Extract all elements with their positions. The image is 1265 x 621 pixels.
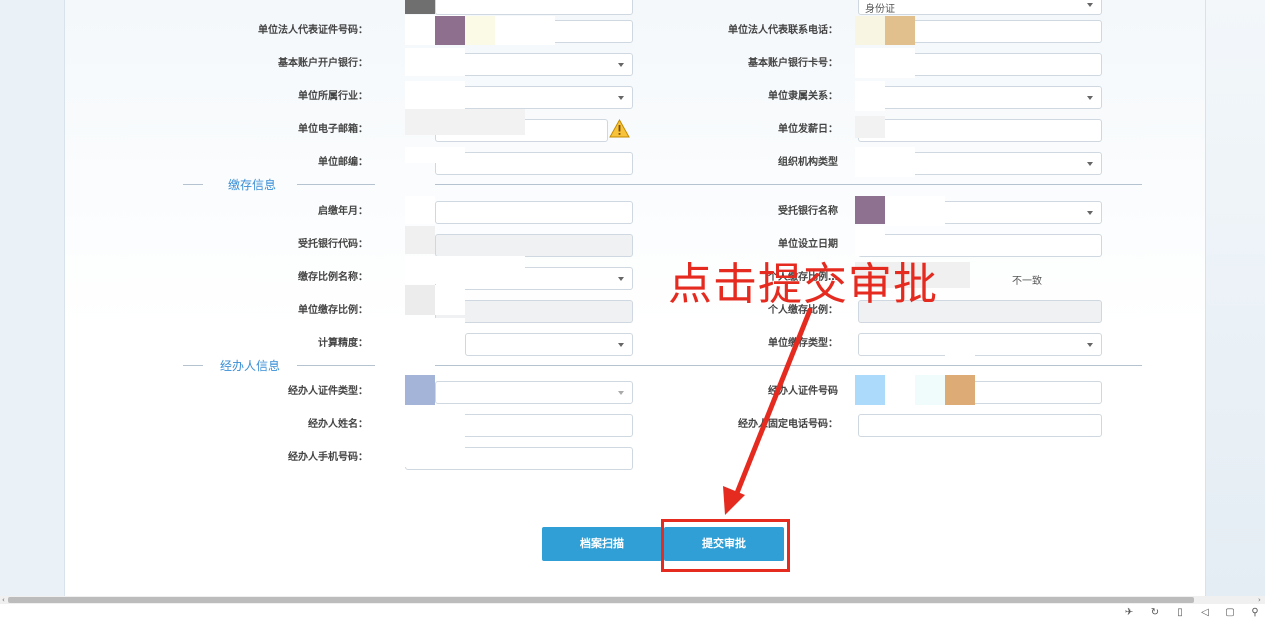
redaction-block — [885, 196, 945, 226]
redaction-block — [405, 0, 435, 14]
ratio-name-label: 缴存比例名称： — [298, 272, 368, 283]
agent-name-label: 经办人姓名： — [308, 419, 368, 430]
left-background — [0, 0, 64, 596]
section-divider — [297, 365, 375, 366]
trustee-bank-code-label: 受托银行代码： — [298, 239, 368, 250]
agent-mobile-label: 经办人手机号码： — [288, 452, 368, 463]
redaction-block — [945, 345, 975, 365]
bank-card-label: 基本账户银行卡号： — [748, 58, 838, 69]
redaction-block — [405, 285, 435, 315]
payday-label: 单位发薪日： — [778, 124, 838, 135]
legal-rep-phone-label: 单位法人代表联系电话： — [728, 25, 838, 36]
establish-date-label: 单位设立日期 — [778, 239, 838, 250]
redaction-block — [855, 16, 885, 45]
top-right-id-type-select[interactable]: 身份证 — [858, 0, 1102, 15]
redaction-block — [393, 435, 465, 467]
status-bar: ✈ ↻ ▯ ◁ ▢ ⚲ — [0, 604, 1265, 621]
payday-field[interactable] — [858, 119, 1102, 142]
highlight-box — [661, 519, 790, 572]
section-title-agent: 经办人信息 — [220, 359, 281, 373]
agent-id-type-label: 经办人证件类型： — [288, 386, 368, 397]
redaction-block — [405, 48, 465, 76]
redaction-block — [435, 16, 465, 45]
redaction-block — [945, 375, 975, 405]
search-icon[interactable]: ⚲ — [1249, 606, 1261, 619]
redaction-block — [855, 48, 915, 78]
redaction-block — [405, 405, 465, 435]
chevron-down-icon — [1087, 211, 1093, 215]
redaction-block — [405, 256, 525, 284]
section-divider — [183, 365, 203, 366]
precision-label: 计算精度： — [318, 338, 368, 349]
org-type-label: 组织机构类型 — [778, 157, 838, 168]
section-title-deposit: 缴存信息 — [228, 178, 277, 192]
scroll-right-icon[interactable]: › — [1258, 596, 1261, 604]
redaction-block — [405, 196, 435, 224]
unit-ratio-label: 单位缴存比例： — [298, 305, 368, 316]
trustee-bank-name-label: 受托银行名称 — [778, 206, 838, 217]
redaction-block — [885, 16, 915, 45]
redaction-block — [855, 196, 885, 224]
mismatch-text: 不一致 — [1012, 276, 1042, 287]
agent-id-type-select[interactable] — [435, 381, 633, 404]
redaction-block — [855, 226, 885, 256]
redaction-block — [855, 375, 885, 405]
affiliation-select[interactable] — [858, 86, 1102, 109]
redaction-block — [855, 81, 885, 111]
speaker-icon[interactable]: ◁ — [1199, 606, 1211, 619]
email-label: 单位电子邮箱： — [298, 124, 368, 135]
top-left-field[interactable] — [435, 0, 633, 15]
section-divider — [183, 184, 203, 185]
refresh-icon[interactable]: ↻ — [1149, 606, 1161, 619]
redaction-block — [405, 375, 435, 405]
chevron-down-icon — [1087, 343, 1093, 347]
redaction-block — [855, 147, 915, 177]
affiliation-label: 单位隶属关系： — [768, 91, 838, 102]
chevron-down-icon — [1087, 3, 1093, 7]
establish-date-field[interactable] — [858, 234, 1102, 257]
legal-rep-id-label: 单位法人代表证件号码： — [258, 25, 368, 36]
id-type-value: 身份证 — [865, 4, 895, 15]
redaction-block — [495, 16, 555, 45]
horizontal-scrollbar[interactable]: ‹ › — [0, 596, 1265, 604]
redaction-block — [405, 226, 435, 254]
section-divider — [435, 184, 1142, 185]
redaction-block — [855, 116, 885, 138]
scrollbar-thumb[interactable] — [8, 597, 1194, 603]
start-month-label: 启缴年月： — [318, 206, 368, 217]
archive-scan-button[interactable]: 档案扫描 — [542, 527, 662, 561]
chevron-down-icon — [1087, 96, 1093, 100]
scroll-left-icon[interactable]: ‹ — [2, 596, 5, 604]
deposit-type-select[interactable] — [858, 333, 1102, 356]
postcode-label: 单位邮编： — [318, 157, 368, 168]
redaction-block — [915, 375, 945, 405]
industry-label: 单位所属行业： — [298, 91, 368, 102]
trash-icon[interactable]: ▯ — [1174, 606, 1186, 619]
redaction-block — [465, 16, 495, 45]
window-icon[interactable]: ▢ — [1224, 606, 1236, 619]
chevron-down-icon — [1087, 162, 1093, 166]
redaction-block — [405, 147, 465, 163]
redaction-block — [405, 109, 525, 135]
agent-landline-field[interactable] — [858, 414, 1102, 437]
start-month-field[interactable] — [435, 201, 633, 224]
redaction-block — [405, 318, 465, 358]
redaction-block — [405, 81, 465, 109]
section-divider — [297, 184, 375, 185]
basic-account-bank-label: 基本账户开户银行： — [278, 58, 368, 69]
redaction-block — [435, 285, 465, 315]
annotation-arrow — [723, 308, 813, 515]
rocket-icon[interactable]: ✈ — [1123, 606, 1135, 619]
precision-select[interactable] — [465, 333, 633, 356]
trustee-bank-code-field[interactable] — [435, 234, 633, 257]
annotation-text: 点击提交审批 — [668, 259, 938, 310]
right-background — [1206, 0, 1265, 596]
